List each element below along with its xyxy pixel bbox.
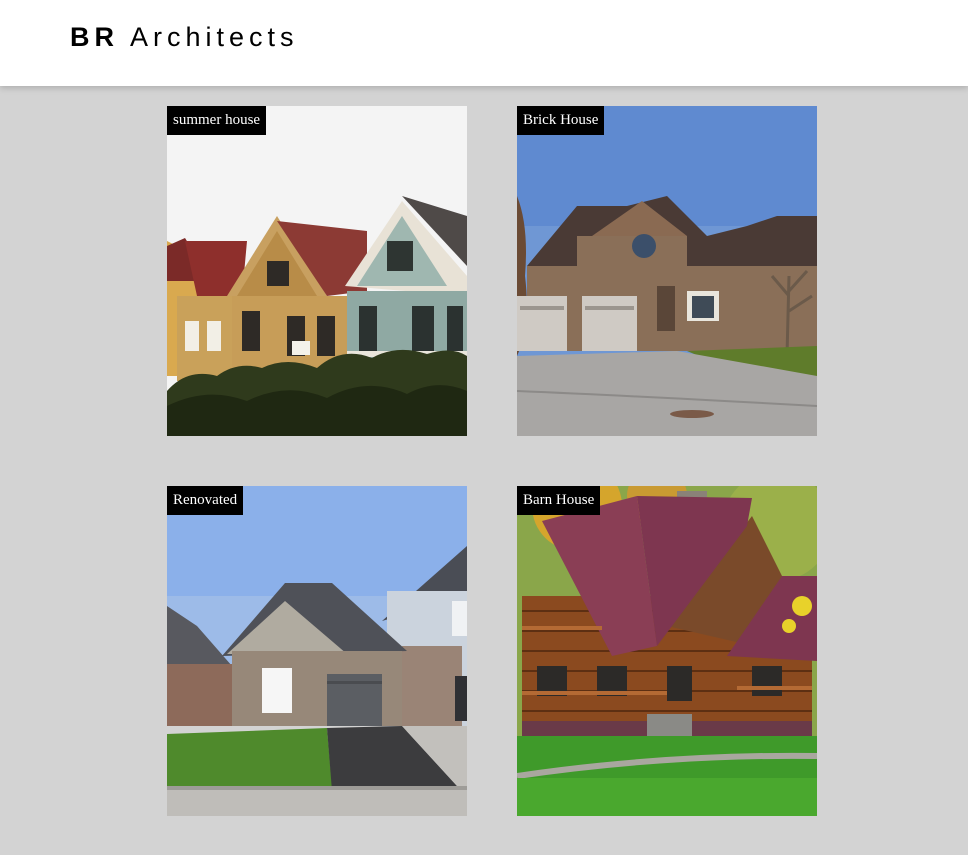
- brand-logo[interactable]: BR Architects: [70, 22, 299, 53]
- project-label: Barn House: [517, 486, 601, 515]
- brick-house-photo: [517, 106, 817, 436]
- project-card-renovated[interactable]: Renovated: [167, 486, 467, 816]
- project-card-brick-house[interactable]: Brick House: [517, 106, 817, 436]
- project-card-summer-house[interactable]: summer house: [167, 106, 467, 436]
- project-label: Renovated: [167, 486, 244, 515]
- brand-initials: BR: [70, 22, 119, 52]
- renovated-house-photo: [167, 486, 467, 816]
- barn-house-photo: [517, 486, 817, 816]
- brand-name: Architects: [130, 22, 299, 52]
- project-label: Brick House: [517, 106, 605, 135]
- project-card-barn-house[interactable]: Barn House: [517, 486, 817, 816]
- summer-house-photo: [167, 106, 467, 436]
- project-label: summer house: [167, 106, 267, 135]
- top-navbar: BR Architects: [0, 0, 968, 86]
